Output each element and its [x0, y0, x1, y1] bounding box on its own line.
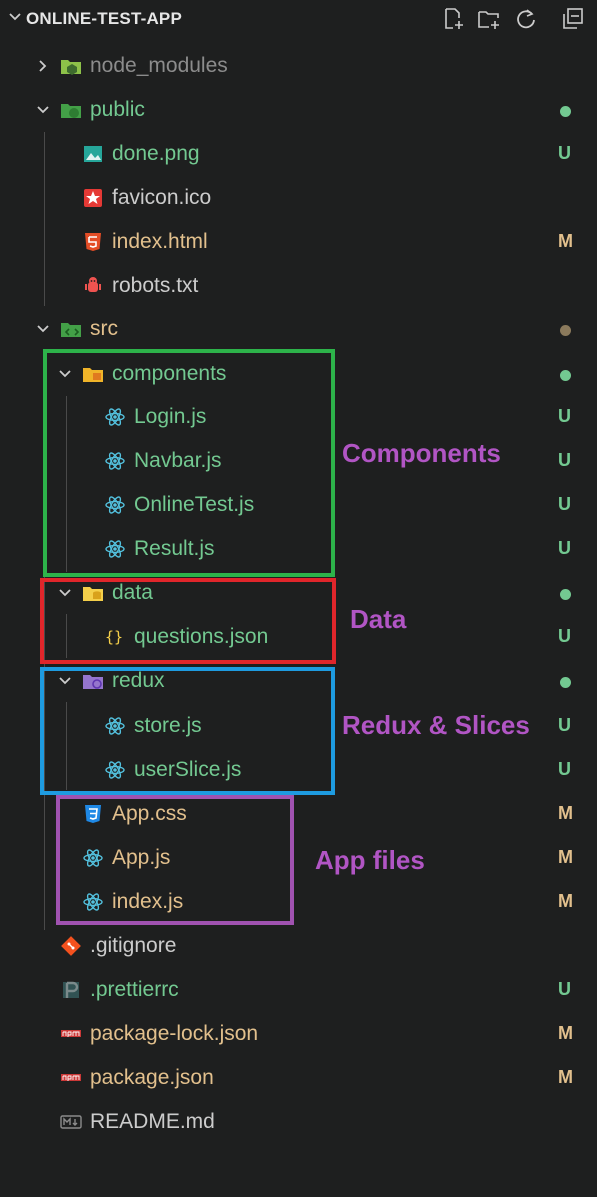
file-label: README.md: [90, 1110, 215, 1133]
git-status-badge: U: [558, 979, 571, 999]
folder-row[interactable]: public: [0, 89, 597, 133]
git-status-badge: U: [558, 626, 571, 646]
chevron-right-icon[interactable]: [36, 59, 50, 73]
file-label: index.html: [112, 230, 208, 253]
folder-label: public: [90, 98, 145, 121]
git-status-badge: U: [558, 450, 571, 470]
file-row[interactable]: README.md: [0, 1101, 597, 1145]
file-row[interactable]: index.html M: [0, 221, 597, 265]
git-status-dot: [560, 589, 571, 600]
file-label: robots.txt: [112, 274, 199, 297]
annotation-redux: Redux & Slices: [342, 710, 530, 740]
git-status-badge: U: [558, 759, 571, 779]
git-status-dot: [560, 325, 571, 336]
git-status-badge: M: [558, 1067, 573, 1087]
app-files-highlight-box: [56, 795, 294, 925]
file-label: package-lock.json: [90, 1022, 259, 1045]
folder-label: node_modules: [90, 54, 228, 77]
file-row[interactable]: done.png U: [0, 133, 597, 177]
git-status-badge: M: [558, 231, 573, 251]
file-explorer: ONLINE-TEST-APP node_modulespublic done.p…: [0, 0, 597, 1197]
git-status-badge: U: [558, 143, 571, 163]
file-label: .prettierrc: [90, 978, 179, 1001]
git-status-badge: U: [558, 494, 571, 514]
annotation-data: Data: [350, 604, 407, 634]
file-label: favicon.ico: [112, 186, 212, 209]
annotation-app-files: App files: [315, 845, 425, 875]
robot-icon: [85, 277, 101, 292]
markdown-icon: [60, 1115, 82, 1129]
git-status-badge: M: [558, 1023, 573, 1043]
prettier-icon: [63, 981, 79, 998]
git-status-badge: M: [558, 847, 573, 867]
file-label: .gitignore: [90, 934, 177, 957]
git-status-badge: M: [558, 803, 573, 823]
file-row[interactable]: favicon.ico: [0, 177, 597, 221]
favicon-icon: [84, 189, 102, 207]
git-icon: [61, 936, 81, 956]
explorer-title: ONLINE-TEST-APP: [26, 9, 183, 28]
refresh-icon[interactable]: [513, 6, 539, 32]
node-folder-icon: [61, 60, 81, 75]
file-row[interactable]: .prettierrc U: [0, 969, 597, 1013]
file-label: done.png: [112, 142, 200, 165]
new-folder-icon[interactable]: [476, 6, 502, 32]
file-label: package.json: [90, 1066, 214, 1089]
npm-icon: [61, 1030, 81, 1037]
file-row[interactable]: package-lock.json M: [0, 1013, 597, 1057]
file-row[interactable]: package.json M: [0, 1057, 597, 1101]
folder-row[interactable]: src: [0, 308, 597, 352]
redux-highlight-box: [40, 667, 335, 795]
git-status-badge: U: [558, 715, 571, 735]
components-highlight-box: [43, 349, 335, 577]
image-icon: [84, 146, 102, 162]
chevron-down-icon[interactable]: [36, 103, 50, 117]
new-file-icon[interactable]: [440, 6, 466, 32]
chevron-down-icon[interactable]: [36, 322, 50, 336]
chevron-down-icon[interactable]: [8, 10, 22, 24]
git-status-badge: M: [558, 891, 573, 911]
git-status-dot: [560, 370, 571, 381]
src-folder-icon: [61, 323, 81, 337]
folder-row[interactable]: node_modules: [0, 45, 597, 89]
file-row[interactable]: robots.txt: [0, 265, 597, 309]
file-row[interactable]: .gitignore: [0, 925, 597, 969]
public-folder-icon: [61, 104, 81, 118]
collapse-all-icon[interactable]: [560, 6, 586, 32]
git-status-badge: U: [558, 538, 571, 558]
git-status-dot: [560, 677, 571, 688]
folder-label: src: [90, 317, 118, 340]
html-icon: [85, 233, 101, 251]
git-status-dot: [560, 106, 571, 117]
data-highlight-box: [40, 578, 336, 664]
explorer-header[interactable]: ONLINE-TEST-APP: [0, 0, 597, 38]
annotation-components: Components: [342, 438, 501, 468]
npm-icon: [61, 1074, 81, 1081]
git-status-badge: U: [558, 406, 571, 426]
